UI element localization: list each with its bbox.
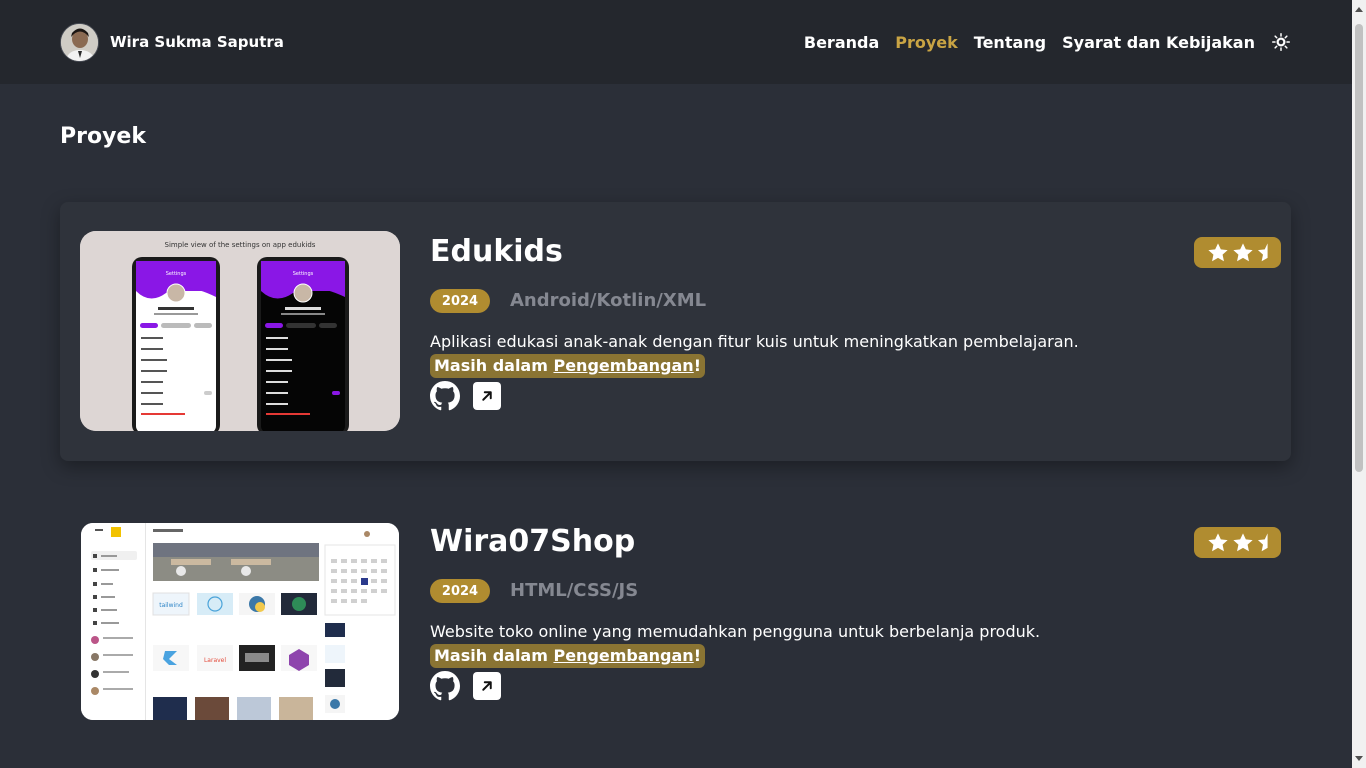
avatar: [60, 22, 99, 62]
svg-text:Laravel: Laravel: [204, 657, 226, 664]
brand[interactable]: Wira Sukma Saputra: [60, 22, 284, 62]
status-link[interactable]: Pengembangan: [553, 646, 693, 665]
phone-title: Settings: [166, 271, 187, 277]
project-title: Edukids: [430, 234, 563, 269]
scroll-thumb[interactable]: [1355, 24, 1363, 472]
status-suffix: !: [693, 356, 701, 375]
github-icon[interactable]: [430, 381, 460, 411]
external-link-icon[interactable]: [472, 381, 502, 411]
project-links: [430, 381, 502, 411]
theme-toggle-icon[interactable]: [1271, 32, 1291, 52]
status-link[interactable]: Pengembangan: [553, 356, 693, 375]
status-prefix: Masih dalam: [434, 356, 554, 375]
phone-title: Settings: [293, 271, 314, 277]
nav-tentang[interactable]: Tentang: [974, 33, 1046, 52]
tech-stack: Android/Kotlin/XML: [510, 290, 707, 311]
star-full-icon: [1207, 242, 1228, 261]
main-nav: Beranda Proyek Tentang Syarat dan Kebija…: [804, 32, 1291, 52]
nav-proyek[interactable]: Proyek: [895, 33, 958, 52]
external-link-icon[interactable]: [472, 671, 502, 701]
year-badge: 2024: [430, 289, 490, 313]
status-suffix: !: [693, 646, 701, 665]
nav-beranda[interactable]: Beranda: [804, 33, 879, 52]
tech-stack: HTML/CSS/JS: [510, 580, 639, 601]
star-half-icon: [1257, 532, 1268, 551]
project-description: Aplikasi edukasi anak-anak dengan fitur …: [430, 332, 1079, 351]
year-badge: 2024: [430, 579, 490, 603]
scrollbar[interactable]: [1352, 0, 1366, 768]
status-prefix: Masih dalam: [434, 646, 554, 665]
project-title: Wira07Shop: [430, 524, 636, 559]
thumbnail-caption: Simple view of the settings on app eduki…: [165, 241, 316, 249]
project-thumbnail: tailwind Laravel: [81, 523, 399, 720]
rating-badge: [1194, 237, 1281, 268]
page-title: Proyek: [60, 124, 146, 149]
nav-syarat-dan-kebijakan[interactable]: Syarat dan Kebijakan: [1062, 33, 1255, 52]
scroll-down-arrow-icon[interactable]: [1355, 756, 1363, 761]
site-header: Wira Sukma Saputra Beranda Proyek Tentan…: [0, 0, 1352, 84]
project-card-wira07shop[interactable]: tailwind Laravel Wira07Shop 2024 HTML/CS…: [60, 492, 1291, 751]
rating-badge: [1194, 527, 1281, 558]
star-full-icon: [1207, 532, 1228, 551]
star-full-icon: [1232, 532, 1253, 551]
star-full-icon: [1232, 242, 1253, 261]
project-card-edukids[interactable]: Simple view of the settings on app eduki…: [60, 202, 1291, 461]
github-icon[interactable]: [430, 671, 460, 701]
project-thumbnail: Simple view of the settings on app eduki…: [80, 231, 400, 431]
svg-text:tailwind: tailwind: [159, 602, 183, 609]
project-links: [430, 671, 502, 701]
status-badge: Masih dalam Pengembangan!: [430, 354, 705, 378]
status-badge: Masih dalam Pengembangan!: [430, 644, 705, 668]
brand-name: Wira Sukma Saputra: [110, 33, 284, 51]
scroll-up-arrow-icon[interactable]: [1355, 7, 1363, 12]
project-description: Website toko online yang memudahkan peng…: [430, 622, 1041, 641]
star-half-icon: [1257, 242, 1268, 261]
